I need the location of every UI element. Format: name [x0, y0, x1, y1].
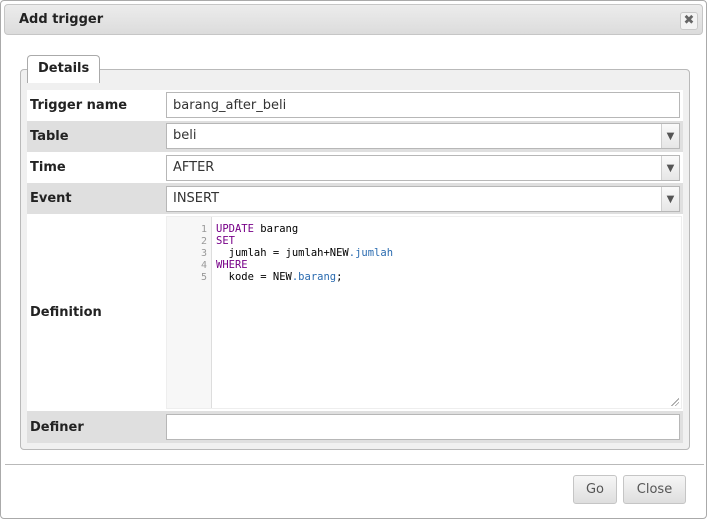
definition-row: Definition 1 2 3 4 5 UPDATE barang SET ju…: [27, 214, 683, 411]
code-property: .barang: [291, 271, 337, 283]
line-number: 2: [200, 236, 207, 247]
code-line: jumlah = jumlah+NEW.jumlah: [216, 247, 677, 259]
add-trigger-dialog: Add trigger ✖ Details Trigger name Table…: [0, 0, 707, 519]
code-keyword: WHERE: [216, 259, 248, 271]
code-line: WHERE: [216, 259, 677, 271]
dialog-title: Add trigger: [19, 12, 104, 27]
code-token: ;: [336, 271, 343, 283]
chevron-down-icon: ▼: [661, 187, 679, 211]
line-number: 5: [200, 272, 207, 283]
code-property: .jumlah: [348, 247, 394, 259]
code-token: jumlah = jumlah+NEW: [216, 247, 349, 259]
chevron-down-icon: ▼: [661, 124, 679, 148]
definition-code-editor[interactable]: 1 2 3 4 5 UPDATE barang SET jumlah = juml…: [166, 216, 682, 409]
dialog-titlebar[interactable]: Add trigger ✖: [4, 4, 703, 35]
close-icon[interactable]: ✖: [680, 12, 698, 30]
event-label: Event: [30, 191, 72, 206]
trigger-name-row: Trigger name: [27, 90, 683, 121]
footer-divider: [5, 464, 704, 465]
definer-row: Definer: [27, 411, 683, 443]
code-line: kode = NEW.barang;: [216, 271, 677, 283]
go-button[interactable]: Go: [573, 475, 617, 504]
time-label: Time: [30, 160, 66, 175]
trigger-name-input[interactable]: [166, 92, 680, 118]
table-row: Table beli ▼: [27, 121, 683, 152]
chevron-down-icon: ▼: [661, 156, 679, 180]
table-select-value: beli: [173, 128, 197, 143]
definer-label: Definer: [30, 419, 84, 435]
code-text[interactable]: UPDATE barang SET jumlah = jumlah+NEW.jum…: [216, 223, 677, 283]
trigger-name-label: Trigger name: [30, 98, 128, 113]
line-number: 4: [200, 260, 207, 271]
definition-label: Definition: [30, 305, 102, 320]
table-select[interactable]: beli ▼: [166, 123, 680, 149]
time-select-value: AFTER: [173, 160, 215, 175]
resize-grip-icon[interactable]: [670, 397, 679, 406]
definer-input[interactable]: [166, 414, 680, 440]
time-select[interactable]: AFTER ▼: [166, 155, 680, 181]
time-row: Time AFTER ▼: [27, 152, 683, 183]
code-token: barang: [253, 223, 299, 235]
code-keyword: UPDATE: [216, 223, 254, 235]
code-line: UPDATE barang: [216, 223, 677, 235]
event-select-value: INSERT: [173, 191, 220, 206]
details-legend: Details: [27, 55, 101, 83]
code-token: kode = NEW: [216, 271, 292, 283]
close-button[interactable]: Close: [623, 475, 686, 504]
line-number: 3: [200, 248, 207, 259]
event-row: Event INSERT ▼: [27, 183, 683, 214]
code-line: SET: [216, 235, 677, 247]
line-number-gutter: 1 2 3 4 5: [167, 217, 212, 408]
code-keyword: SET: [216, 235, 235, 247]
table-label: Table: [30, 129, 69, 144]
line-number: 1: [200, 224, 207, 235]
event-select[interactable]: INSERT ▼: [166, 186, 680, 212]
